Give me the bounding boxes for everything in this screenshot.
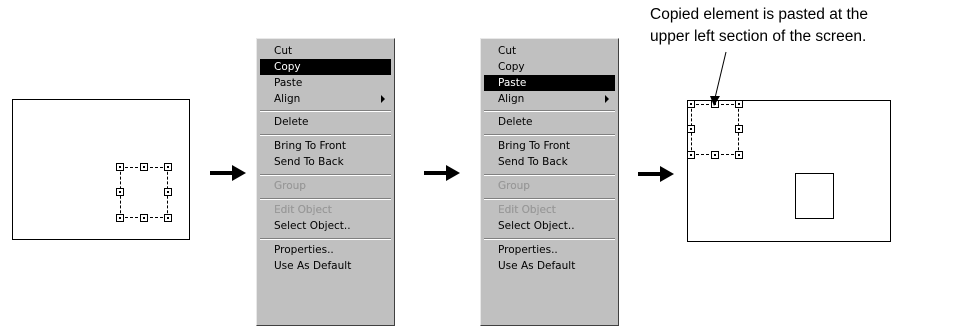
menu-separator: [484, 198, 615, 200]
selection-handle[interactable]: [711, 151, 719, 159]
menu-item-align[interactable]: Align: [260, 91, 391, 107]
menu-item-edit-object: Edit Object: [484, 202, 615, 218]
selection-handle[interactable]: [687, 100, 695, 108]
menu-item-label: Properties..: [498, 244, 558, 256]
right-arrow-icon: [210, 165, 246, 181]
menu-item-paste[interactable]: Paste: [260, 75, 391, 91]
menu-item-label: Align: [274, 93, 301, 105]
menu-item-label: Bring To Front: [274, 140, 347, 152]
menu-item-use-as-default[interactable]: Use As Default: [484, 258, 615, 274]
menu-item-label: Use As Default: [274, 260, 352, 272]
menu-item-bring-to-front[interactable]: Bring To Front: [260, 138, 391, 154]
menu-item-properties[interactable]: Properties..: [260, 242, 391, 258]
menu-separator: [484, 110, 615, 112]
leader-line: [710, 51, 727, 106]
context-menu-paste: Cut Copy Paste Align Delete Bring To Front Sen…: [480, 38, 619, 326]
selection-handle[interactable]: [164, 188, 172, 196]
menu-item-copy[interactable]: Copy: [484, 59, 615, 75]
menu-item-send-to-back[interactable]: Send To Back: [484, 154, 615, 170]
menu-item-edit-object: Edit Object: [260, 202, 391, 218]
submenu-arrow-icon: [381, 95, 385, 103]
menu-separator: [260, 110, 391, 112]
menu-item-label: Select Object..: [498, 220, 575, 232]
selection-handle[interactable]: [735, 151, 743, 159]
menu-item-select-object[interactable]: Select Object..: [484, 218, 615, 234]
selection-handle[interactable]: [140, 163, 148, 171]
menu-item-label: Select Object..: [274, 220, 351, 232]
menu-separator: [260, 198, 391, 200]
menu-item-label: Send To Back: [498, 156, 568, 168]
caption-line-1: Copied element is pasted at the: [650, 6, 868, 23]
menu-item-align[interactable]: Align: [484, 91, 615, 107]
menu-item-label: Copy: [498, 61, 525, 73]
right-arrow-icon: [638, 166, 674, 182]
selection-handle[interactable]: [687, 151, 695, 159]
context-menu-copy: Cut Copy Paste Align Delete Bring To Front Sen…: [256, 38, 395, 326]
menu-item-copy[interactable]: Copy: [260, 59, 391, 75]
menu-item-use-as-default[interactable]: Use As Default: [260, 258, 391, 274]
menu-item-send-to-back[interactable]: Send To Back: [260, 154, 391, 170]
menu-item-properties[interactable]: Properties..: [484, 242, 615, 258]
menu-item-delete[interactable]: Delete: [260, 114, 391, 130]
caption: Copied element is pasted at the upper le…: [650, 4, 955, 48]
selection-handle[interactable]: [735, 125, 743, 133]
menu-item-label: Align: [498, 93, 525, 105]
menu-item-label: Edit Object: [498, 204, 556, 216]
submenu-arrow-icon: [605, 95, 609, 103]
menu-separator: [484, 174, 615, 176]
selection-handle[interactable]: [687, 125, 695, 133]
selection-handle[interactable]: [116, 163, 124, 171]
right-arrow-icon: [424, 165, 460, 181]
menu-item-label: Edit Object: [274, 204, 332, 216]
menu-item-paste[interactable]: Paste: [484, 75, 615, 91]
menu-item-cut[interactable]: Cut: [260, 43, 391, 59]
selected-element[interactable]: [116, 163, 172, 222]
menu-item-cut[interactable]: Cut: [484, 43, 615, 59]
menu-item-label: Bring To Front: [498, 140, 571, 152]
menu-item-label: Delete: [498, 116, 533, 128]
menu-item-bring-to-front[interactable]: Bring To Front: [484, 138, 615, 154]
menu-separator: [260, 238, 391, 240]
menu-item-label: Use As Default: [498, 260, 576, 272]
selection-handle[interactable]: [116, 214, 124, 222]
screen-before-copy: [12, 99, 190, 240]
menu-item-label: Properties..: [274, 244, 334, 256]
menu-item-label: Delete: [274, 116, 309, 128]
caption-line-2: upper left section of the screen.: [650, 28, 867, 45]
menu-item-label: Cut: [274, 45, 293, 57]
selection-handle[interactable]: [164, 163, 172, 171]
menu-separator: [260, 174, 391, 176]
menu-item-group: Group: [484, 178, 615, 194]
menu-separator: [260, 134, 391, 136]
selection-handle[interactable]: [140, 214, 148, 222]
menu-item-label: Group: [498, 180, 530, 192]
menu-item-delete[interactable]: Delete: [484, 114, 615, 130]
menu-item-label: Cut: [498, 45, 517, 57]
selection-handle[interactable]: [164, 214, 172, 222]
menu-item-label: Copy: [274, 61, 301, 73]
menu-item-label: Send To Back: [274, 156, 344, 168]
menu-item-label: Group: [274, 180, 306, 192]
menu-separator: [484, 134, 615, 136]
menu-item-label: Paste: [274, 77, 303, 89]
menu-item-label: Paste: [498, 77, 527, 89]
selection-handle[interactable]: [116, 188, 124, 196]
menu-item-group: Group: [260, 178, 391, 194]
menu-item-select-object[interactable]: Select Object..: [260, 218, 391, 234]
menu-separator: [484, 238, 615, 240]
original-element[interactable]: [795, 173, 834, 219]
